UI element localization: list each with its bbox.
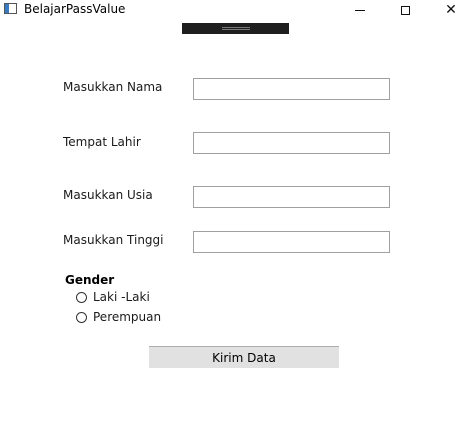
radio-button-icon[interactable]	[76, 291, 87, 303]
maximize-button[interactable]	[382, 0, 428, 20]
window-title: BelajarPassValue	[24, 2, 126, 16]
title-bar: BelajarPassValue ✕	[0, 0, 474, 20]
radio-button-icon[interactable]	[76, 311, 87, 323]
maximize-icon	[400, 5, 410, 15]
usia-input[interactable]	[193, 186, 390, 208]
radio-laki-laki[interactable]: Laki -Laki	[76, 289, 150, 305]
tinggi-input[interactable]	[193, 231, 390, 253]
grip-handle-icon	[222, 27, 250, 30]
minimize-icon	[355, 9, 365, 11]
minimize-button[interactable]	[337, 0, 383, 20]
close-icon: ✕	[445, 2, 457, 18]
radio-label-laki-laki: Laki -Laki	[93, 290, 150, 304]
app-window-icon	[4, 3, 17, 14]
gender-group-title: Gender	[65, 273, 115, 287]
nama-input[interactable]	[193, 78, 390, 100]
runtime-tools-bar[interactable]	[182, 23, 289, 34]
label-tempat-lahir: Tempat Lahir	[63, 135, 141, 149]
label-usia: Masukkan Usia	[63, 188, 153, 202]
radio-label-perempuan: Perempuan	[93, 310, 162, 324]
label-tinggi: Masukkan Tinggi	[63, 233, 164, 247]
radio-perempuan[interactable]: Perempuan	[76, 309, 161, 325]
tempat-lahir-input[interactable]	[193, 132, 390, 154]
kirim-data-button[interactable]: Kirim Data	[149, 346, 339, 368]
label-nama: Masukkan Nama	[63, 80, 163, 94]
close-button[interactable]: ✕	[428, 0, 474, 20]
